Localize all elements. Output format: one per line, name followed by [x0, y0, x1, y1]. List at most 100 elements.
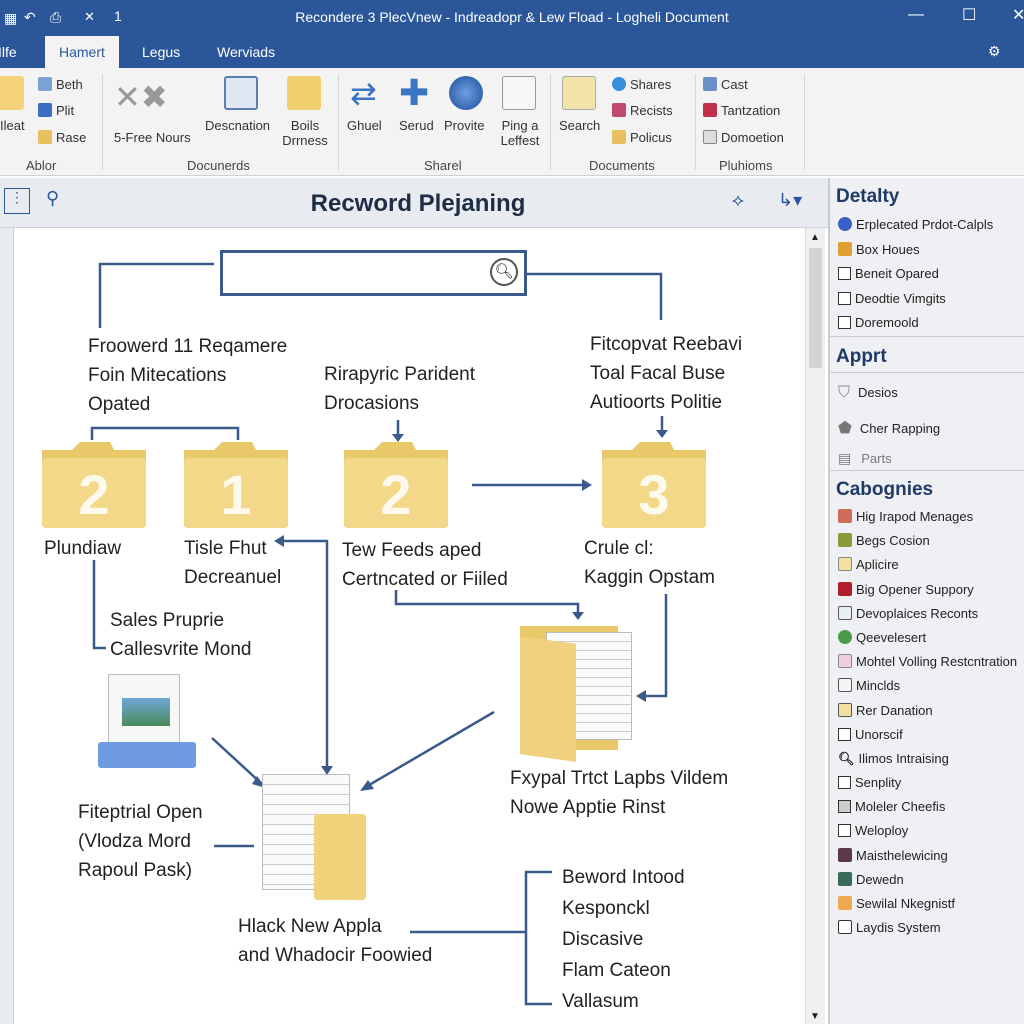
- category-item[interactable]: Weloploy: [838, 823, 1017, 847]
- category-icon: [838, 678, 852, 693]
- vertical-scrollbar[interactable]: ▲ ▼: [805, 228, 825, 1024]
- scroll-thumb[interactable]: [809, 248, 822, 368]
- checkbox[interactable]: [838, 824, 851, 838]
- scroll-up-icon[interactable]: ▲: [810, 232, 820, 243]
- tab-legus[interactable]: Legus: [142, 44, 180, 60]
- checkbox[interactable]: [838, 267, 851, 280]
- ribbon-shares[interactable]: Shares: [612, 77, 671, 92]
- ribbon-tantzation[interactable]: Tantzation: [703, 103, 780, 118]
- tab-werviads[interactable]: Werviads: [217, 44, 275, 60]
- documents-folder-icon[interactable]: [262, 774, 372, 902]
- folder-number: 2: [380, 463, 411, 526]
- tab-home[interactable]: Hamert: [45, 36, 119, 68]
- ribbon-ileat[interactable]: Ileat: [0, 118, 25, 133]
- category-item[interactable]: Big Opener Suppory: [838, 581, 1017, 606]
- category-item[interactable]: Moleler Cheefis: [838, 799, 1017, 823]
- category-item[interactable]: Mohtel Volling Restcntration: [838, 654, 1017, 678]
- vertical-ruler: [0, 228, 14, 1024]
- category-item[interactable]: Dewedn: [838, 871, 1017, 896]
- category-item[interactable]: Devoplaices Reconts: [838, 605, 1017, 630]
- ribbon-beth[interactable]: Beth: [38, 77, 83, 92]
- pane-item[interactable]: ⛉ Desios: [838, 384, 898, 402]
- category-icon: [838, 920, 852, 935]
- folder-icon[interactable]: 2: [40, 438, 148, 528]
- document-header: ⋮ ⚲ Recword Plejaning ⟡ ↳▾: [0, 178, 828, 228]
- open-folder-document-icon[interactable]: [520, 618, 640, 762]
- tab-file[interactable]: Ilfe: [0, 44, 17, 60]
- share-icon: ⇄: [350, 75, 377, 111]
- document-title: Recword Plejaning: [310, 190, 526, 217]
- category-item[interactable]: Unorscif: [838, 727, 1017, 751]
- pane-item[interactable]: ⬟ Cher Rapping: [838, 418, 940, 438]
- category-item[interactable]: Qeevelesert: [838, 629, 1017, 654]
- scroll-down-icon[interactable]: ▼: [810, 1011, 820, 1022]
- checkbox[interactable]: [838, 776, 851, 790]
- pane-item[interactable]: Erplecated Prdot-Calpls: [838, 217, 993, 232]
- minimize-button[interactable]: —: [908, 6, 924, 24]
- category-item[interactable]: Minclds: [838, 678, 1017, 702]
- category-item[interactable]: Begs Cosion: [838, 533, 1017, 557]
- folder-icon[interactable]: 2: [342, 438, 450, 528]
- category-icon: [838, 847, 852, 862]
- ribbon-options-icon[interactable]: ⚙: [988, 43, 1001, 60]
- category-item[interactable]: Senplity: [838, 775, 1017, 799]
- category-item[interactable]: Rer Danation: [838, 702, 1017, 727]
- category-icon: [838, 871, 852, 886]
- ribbon-descnation[interactable]: Descnation: [205, 118, 270, 133]
- category-item[interactable]: Sewilal Nkegnistf: [838, 896, 1017, 920]
- category-item[interactable]: Maisthelewicing: [838, 847, 1017, 872]
- box-icon: [838, 242, 852, 256]
- checkbox[interactable]: [838, 727, 851, 741]
- paste-icon: [0, 76, 24, 110]
- ribbon-domoetion[interactable]: Domoetion: [703, 130, 784, 145]
- cut-icon: ✕✖: [114, 79, 168, 115]
- maximize-button[interactable]: ☐: [962, 5, 976, 25]
- globe-icon: [449, 76, 483, 110]
- checkbox-checked[interactable]: [838, 800, 851, 814]
- ribbon: Ileat Beth Plit Rase Ablor ✕✖ 5-Free Nou…: [0, 68, 1024, 176]
- category-item[interactable]: Aplicire: [838, 557, 1017, 581]
- pane-checkbox[interactable]: Doremoold: [838, 315, 919, 330]
- ribbon-ping-a-leffest[interactable]: Ping a Leffest: [499, 118, 541, 148]
- share-link-icon[interactable]: ⟡: [732, 190, 744, 211]
- section-title-cabognies: Cabognies: [836, 479, 934, 500]
- ribbon-rase[interactable]: Rase: [38, 130, 86, 145]
- ribbon-recists[interactable]: Recists: [612, 103, 673, 118]
- separator: [338, 74, 339, 170]
- connector-line: [363, 710, 495, 790]
- text-block-1: Froowerd 11 Reqamere Foin Mitecations Opat…: [88, 336, 288, 415]
- category-icon: [838, 509, 852, 523]
- ribbon-serud[interactable]: Serud: [399, 118, 434, 133]
- globe-icon: [838, 217, 852, 231]
- ribbon-5-free-nours[interactable]: 5-Free Nours: [114, 130, 191, 145]
- image-document-icon[interactable]: [98, 674, 198, 770]
- group-label-documents: Documents: [589, 158, 655, 173]
- ribbon-plit[interactable]: Plit: [38, 103, 74, 118]
- ribbon-cast[interactable]: Cast: [703, 77, 748, 92]
- close-button[interactable]: ✕: [1012, 5, 1024, 25]
- checkbox[interactable]: [838, 316, 851, 329]
- category-item[interactable]: Hig Irapod Menages: [838, 509, 1017, 533]
- search-icon[interactable]: 🔍︎: [490, 258, 518, 286]
- category-item[interactable]: 🔍︎ Ilimos Intraising: [838, 751, 1017, 775]
- search-box[interactable]: 🔍︎: [220, 250, 527, 296]
- pane-checkbox[interactable]: Deodtie Vimgits: [838, 291, 946, 306]
- pane-checkbox[interactable]: Beneit Opared: [838, 266, 939, 281]
- redirect-icon[interactable]: ↳▾: [778, 190, 802, 211]
- folder-icon[interactable]: 3: [600, 438, 708, 528]
- ribbon-ghuel[interactable]: Ghuel: [347, 118, 382, 133]
- checkbox[interactable]: [838, 292, 851, 305]
- folder-icon[interactable]: 1: [182, 438, 290, 528]
- group-label-pluhioms: Pluhioms: [719, 158, 773, 173]
- separator: [550, 74, 551, 170]
- category-item[interactable]: Laydis System: [838, 920, 1017, 944]
- shares-label: Shares: [630, 77, 672, 92]
- ribbon-search[interactable]: Search: [559, 118, 600, 133]
- search-icon: 🔍︎: [838, 750, 855, 766]
- pane-item[interactable]: Box Houes: [838, 242, 920, 257]
- ribbon-policus[interactable]: Policus: [612, 130, 672, 145]
- pane-item[interactable]: ▤ Parts: [838, 450, 892, 467]
- ribbon-provite[interactable]: Provite: [444, 118, 484, 133]
- connector-line: [92, 560, 106, 650]
- ribbon-boils-drrness[interactable]: Boils Drrness: [281, 118, 329, 148]
